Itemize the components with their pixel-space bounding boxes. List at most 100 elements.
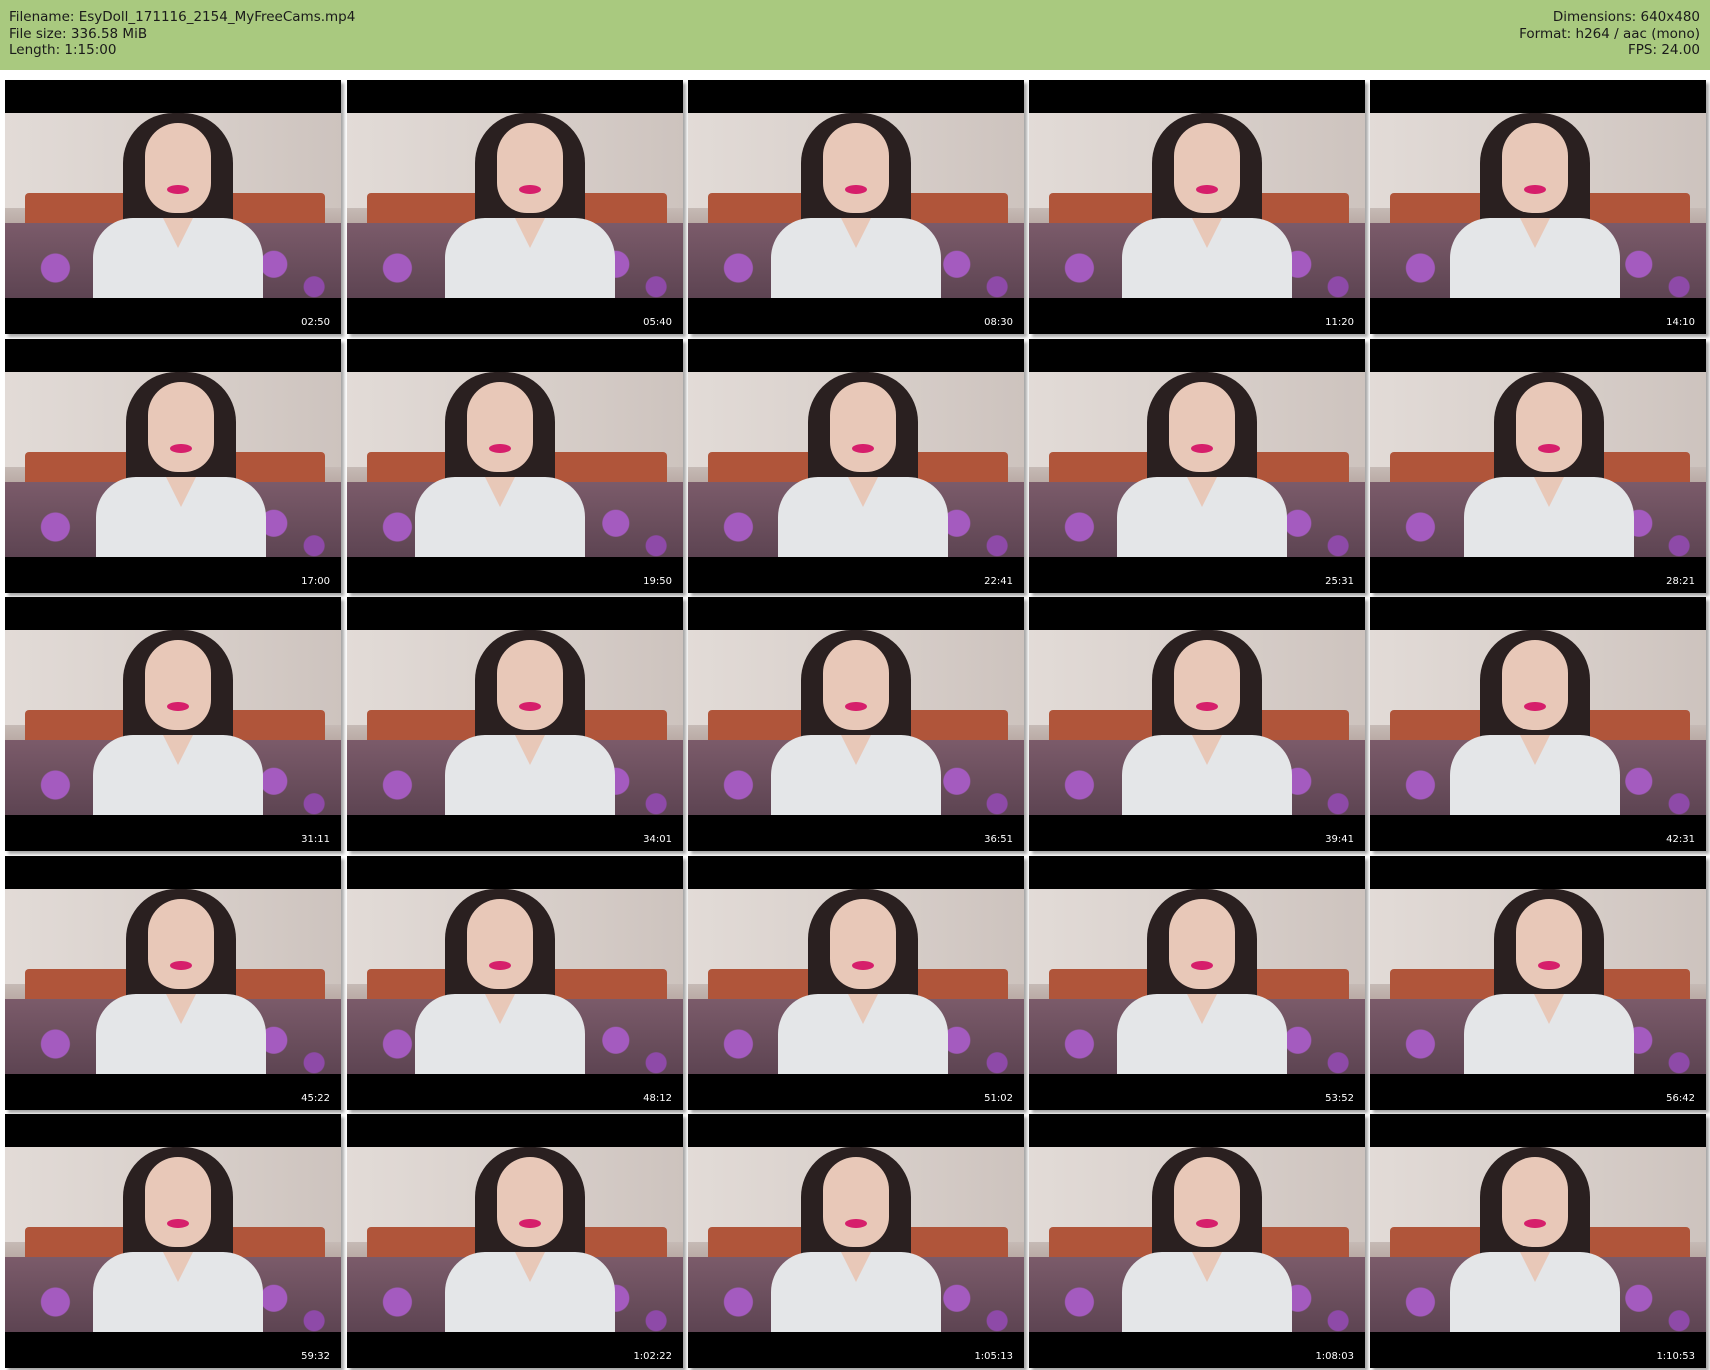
face bbox=[823, 640, 889, 730]
neckline bbox=[515, 1252, 545, 1282]
video-info: Dimensions: 640x480 Format: h264 / aac (… bbox=[1519, 9, 1700, 59]
person bbox=[415, 372, 585, 557]
video-still bbox=[347, 889, 683, 1074]
thumbnail-frame: 17:00 bbox=[5, 339, 341, 593]
video-still bbox=[1029, 113, 1365, 298]
video-still bbox=[5, 1147, 341, 1332]
video-still bbox=[5, 630, 341, 815]
face bbox=[1502, 1157, 1568, 1247]
lips bbox=[1524, 702, 1546, 711]
timestamp-label: 08:30 bbox=[984, 317, 1013, 328]
dimensions-text: Dimensions: 640x480 bbox=[1552, 9, 1700, 25]
person bbox=[1117, 889, 1287, 1074]
neckline bbox=[1192, 218, 1222, 248]
thumbnail-frame: 48:12 bbox=[347, 856, 683, 1110]
person bbox=[445, 1147, 615, 1332]
timestamp-label: 59:32 bbox=[301, 1351, 330, 1362]
video-still bbox=[1029, 889, 1365, 1074]
person bbox=[778, 372, 948, 557]
length-text: Length: 1:15:00 bbox=[9, 42, 117, 58]
neckline bbox=[1520, 218, 1550, 248]
timestamp-label: 19:50 bbox=[643, 576, 672, 587]
person bbox=[1450, 113, 1620, 298]
face bbox=[145, 640, 211, 730]
file-size-text: File size: 336.58 MiB bbox=[9, 25, 148, 42]
face bbox=[467, 382, 533, 472]
thumbnail-frame: 59:32 bbox=[5, 1114, 341, 1368]
neckline bbox=[1192, 1252, 1222, 1282]
neckline bbox=[841, 218, 871, 248]
thumbnail-frame: 1:10:53 bbox=[1370, 1114, 1706, 1368]
lips bbox=[167, 702, 189, 711]
face bbox=[148, 899, 214, 989]
lips bbox=[1191, 444, 1213, 453]
person bbox=[771, 1147, 941, 1332]
neckline bbox=[485, 477, 515, 507]
timestamp-label: 39:41 bbox=[1325, 834, 1354, 845]
video-still bbox=[5, 372, 341, 557]
neckline bbox=[163, 218, 193, 248]
person bbox=[93, 1147, 263, 1332]
timestamp-label: 34:01 bbox=[643, 834, 672, 845]
fps-text: FPS: 24.00 bbox=[1628, 42, 1700, 58]
face bbox=[1502, 123, 1568, 213]
neckline bbox=[841, 735, 871, 765]
person bbox=[1122, 630, 1292, 815]
video-still bbox=[347, 1147, 683, 1332]
video-still bbox=[347, 630, 683, 815]
face bbox=[148, 382, 214, 472]
lips bbox=[167, 1219, 189, 1228]
face bbox=[497, 1157, 563, 1247]
thumbnail-frame: 42:31 bbox=[1370, 597, 1706, 851]
timestamp-label: 1:10:53 bbox=[1656, 1351, 1695, 1362]
person bbox=[415, 889, 585, 1074]
lips bbox=[1196, 1219, 1218, 1228]
video-still bbox=[688, 113, 1024, 298]
thumbnail-frame: 39:41 bbox=[1029, 597, 1365, 851]
thumbnail-frame: 14:10 bbox=[1370, 80, 1706, 334]
thumbnail-frame: 51:02 bbox=[688, 856, 1024, 1110]
neckline bbox=[1187, 994, 1217, 1024]
timestamp-label: 14:10 bbox=[1666, 317, 1695, 328]
face bbox=[823, 123, 889, 213]
lips bbox=[489, 961, 511, 970]
lips bbox=[1191, 961, 1213, 970]
thumbnail-frame: 19:50 bbox=[347, 339, 683, 593]
video-still bbox=[1370, 113, 1706, 298]
lips bbox=[1524, 1219, 1546, 1228]
timestamp-label: 45:22 bbox=[301, 1093, 330, 1104]
video-still bbox=[1029, 372, 1365, 557]
thumbnail-frame: 02:50 bbox=[5, 80, 341, 334]
lips bbox=[489, 444, 511, 453]
neckline bbox=[515, 218, 545, 248]
neckline bbox=[163, 1252, 193, 1282]
filename-text: Filename: EsyDoll_171116_2154_MyFreeCams… bbox=[9, 9, 356, 25]
face bbox=[1174, 123, 1240, 213]
face bbox=[1174, 1157, 1240, 1247]
person bbox=[1117, 372, 1287, 557]
face bbox=[1502, 640, 1568, 730]
info-header: Filename: EsyDoll_171116_2154_MyFreeCams… bbox=[0, 0, 1710, 70]
lips bbox=[170, 961, 192, 970]
person bbox=[771, 630, 941, 815]
neckline bbox=[1192, 735, 1222, 765]
neckline bbox=[166, 994, 196, 1024]
timestamp-label: 11:20 bbox=[1325, 317, 1354, 328]
thumbnail-frame: 36:51 bbox=[688, 597, 1024, 851]
video-still bbox=[688, 372, 1024, 557]
face bbox=[1169, 382, 1235, 472]
video-still bbox=[1029, 630, 1365, 815]
thumbnail-frame: 1:02:22 bbox=[347, 1114, 683, 1368]
thumbnail-frame: 22:41 bbox=[688, 339, 1024, 593]
neckline bbox=[1534, 994, 1564, 1024]
video-still bbox=[1370, 1147, 1706, 1332]
video-still bbox=[347, 372, 683, 557]
neckline bbox=[1520, 1252, 1550, 1282]
person bbox=[93, 630, 263, 815]
person bbox=[445, 113, 615, 298]
lips bbox=[519, 185, 541, 194]
neckline bbox=[1187, 477, 1217, 507]
lips bbox=[845, 1219, 867, 1228]
person bbox=[1464, 889, 1634, 1074]
video-still bbox=[1029, 1147, 1365, 1332]
